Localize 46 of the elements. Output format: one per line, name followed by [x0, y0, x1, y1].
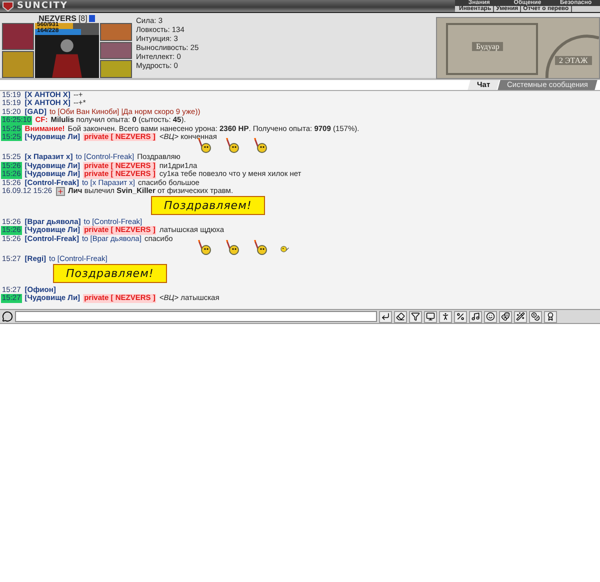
person-button[interactable]: [439, 310, 452, 322]
smiley-with-torch-icon: [196, 240, 212, 256]
smiley-button[interactable]: [484, 310, 497, 322]
congratulations-sign: Поздравляем!: [53, 264, 167, 283]
room-label[interactable]: Будуар: [472, 42, 504, 51]
enter-icon: [381, 312, 390, 321]
music-note-icon: [471, 312, 480, 321]
character-name[interactable]: NEZVERS: [38, 14, 76, 23]
award-button[interactable]: [544, 310, 557, 322]
coins-button[interactable]: [529, 310, 542, 322]
award-icon: [546, 312, 555, 321]
percent-icon: [456, 312, 465, 321]
boots-slot-icon[interactable]: [2, 51, 34, 78]
logo[interactable]: SUNCITY: [0, 0, 68, 12]
eraser-button[interactable]: [394, 310, 407, 322]
monitor-button[interactable]: [424, 310, 437, 322]
rings-slot-icon[interactable]: [100, 42, 132, 60]
smiley-with-torch-icon: [224, 240, 240, 256]
percent-button[interactable]: [454, 310, 467, 322]
smiley-with-torch-icon: [224, 138, 240, 154]
floor-label[interactable]: 2 ЭТАЖ: [555, 56, 592, 65]
speech-icon[interactable]: [2, 311, 13, 322]
enter-button[interactable]: [379, 310, 392, 322]
logo-text: SUNCITY: [17, 1, 68, 11]
smiley-with-torch-icon: [252, 138, 268, 154]
smiley-with-torch-icon: [196, 138, 212, 154]
info-icon[interactable]: [89, 14, 96, 22]
person-icon: [441, 312, 450, 321]
heal-icon: [56, 187, 66, 196]
eraser-icon: [396, 312, 405, 321]
congratulations-sign: Поздравляем!: [151, 196, 265, 216]
masks-button[interactable]: [499, 310, 512, 322]
character-level: [8]: [78, 14, 88, 23]
coins-icon: [531, 312, 540, 321]
music-note-button[interactable]: [469, 310, 482, 322]
weapon-slot-icon[interactable]: [100, 60, 132, 78]
chat-input[interactable]: [15, 311, 377, 322]
filter-icon: [411, 312, 420, 321]
masks-icon: [501, 312, 510, 321]
filter-button[interactable]: [409, 310, 422, 322]
location-map[interactable]: Будуар 2 ЭТАЖ: [436, 17, 600, 79]
smiley-icon: [486, 312, 495, 321]
smiley-with-torch-icon: [252, 240, 268, 256]
wand-icon: [516, 312, 525, 321]
monitor-icon: [426, 312, 435, 321]
wand-button[interactable]: [514, 310, 527, 322]
